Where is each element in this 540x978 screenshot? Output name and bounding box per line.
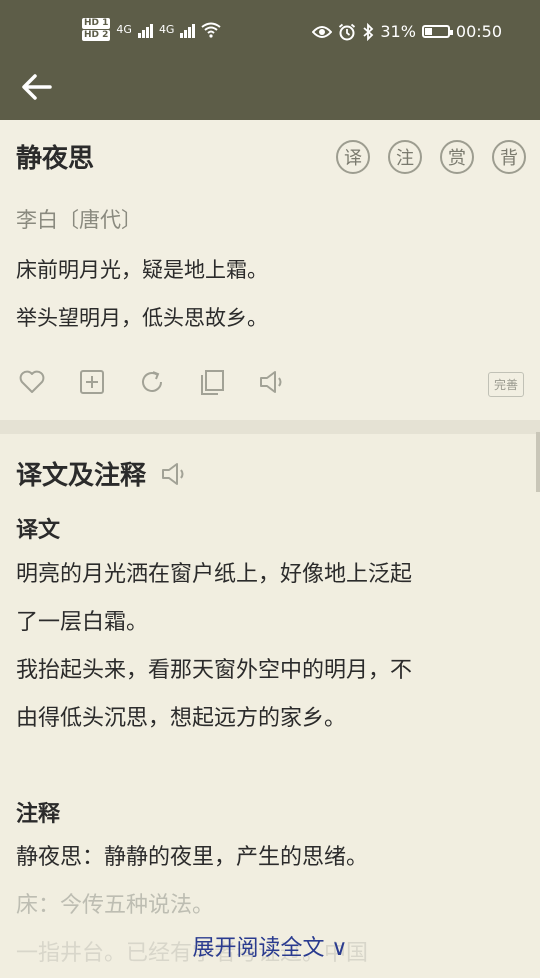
translation-line: 了一层白霜。	[16, 610, 149, 635]
chip-appreciation[interactable]: 赏	[440, 140, 474, 174]
battery-percent: 31%	[380, 22, 416, 41]
refresh-icon[interactable]	[138, 368, 166, 396]
speaker-icon[interactable]	[160, 460, 188, 488]
poem-line: 举头望明月，低头思故乡。	[16, 306, 268, 330]
net1-label: 4G	[116, 23, 132, 36]
section-header: 译文及注释	[16, 455, 188, 492]
plus-box-icon[interactable]	[78, 368, 106, 396]
notes-line: 床：今传五种说法。	[16, 893, 215, 918]
scrollbar[interactable]	[536, 432, 540, 492]
signal-icon	[137, 22, 153, 38]
section-divider	[0, 420, 540, 434]
translation-line: 我抬起头来，看那天窗外空中的明月，不	[16, 658, 413, 683]
hd2-label: HD 2	[82, 30, 111, 41]
eye-icon	[312, 25, 333, 38]
status-bar: HD 1 HD 2 4G 4G 31% 00:50	[0, 0, 540, 68]
poem-line: 床前明月光，疑是地上霜。	[16, 258, 268, 282]
poem-author[interactable]: 李白〔唐代〕	[16, 204, 142, 234]
signal-icon	[180, 22, 196, 38]
notes-line: 静夜思：静静的夜里，产生的思绪。	[16, 845, 369, 870]
clock: 00:50	[455, 22, 502, 41]
arrow-left-icon[interactable]	[20, 70, 54, 104]
section-title: 译文及注释	[16, 461, 147, 491]
alarm-icon	[339, 23, 356, 40]
chip-recite[interactable]: 背	[492, 140, 526, 174]
translation-line: 明亮的月光洒在窗户纸上，好像地上泛起	[16, 562, 413, 587]
chip-notes[interactable]: 注	[388, 140, 422, 174]
translation-heading: 译文	[16, 518, 61, 543]
expand-read-more-link[interactable]: 展开阅读全文 ∨	[0, 930, 540, 962]
status-right: 31% 00:50	[312, 22, 502, 41]
chip-translation[interactable]: 译	[336, 140, 370, 174]
poem-actions	[18, 368, 286, 396]
translation-text: 明亮的月光洒在窗户纸上，好像地上泛起 了一层白霜。 我抬起头来，看那天窗外空中的…	[16, 551, 516, 743]
hd1-label: HD 1	[82, 18, 111, 29]
network-indicators: HD 1 HD 2 4G 4G	[82, 18, 222, 41]
copy-icon[interactable]	[198, 368, 226, 396]
battery-fill	[424, 28, 432, 35]
net2-label: 4G	[158, 23, 175, 36]
notes-heading: 注释	[16, 802, 61, 827]
hd-badge: HD 1 HD 2	[82, 18, 111, 41]
translation-line: 由得低头沉思，想起远方的家乡。	[16, 706, 347, 731]
complete-button[interactable]: 完善	[487, 372, 524, 397]
speaker-icon[interactable]	[258, 368, 286, 396]
wifi-icon	[201, 22, 222, 38]
heart-icon[interactable]	[18, 368, 46, 396]
function-chips: 译 注 赏 背	[336, 140, 526, 174]
bluetooth-icon	[363, 22, 374, 41]
poem-title: 静夜思	[16, 144, 95, 174]
battery-icon	[421, 25, 453, 38]
app-header: HD 1 HD 2 4G 4G 31% 00:50	[0, 0, 540, 120]
